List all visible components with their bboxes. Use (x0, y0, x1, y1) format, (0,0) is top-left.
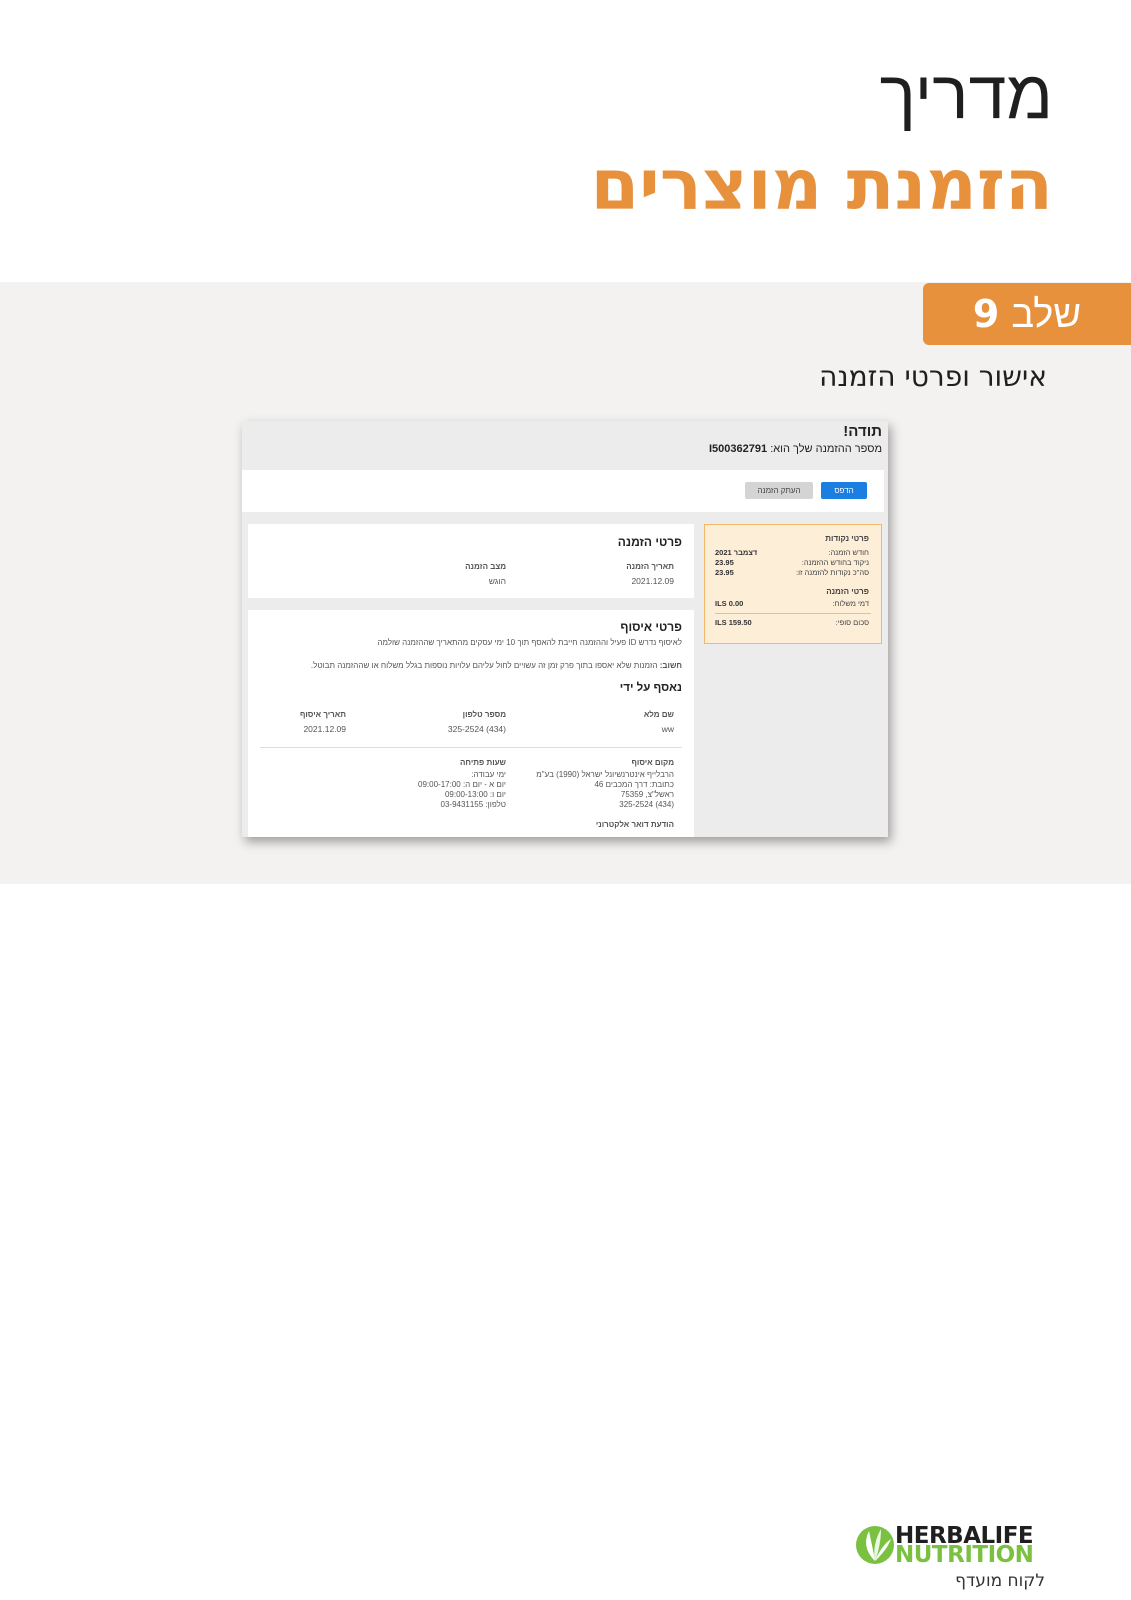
location-line-1: הרבלייף אינטרנשיונל ישראל (1990) בע"מ (536, 770, 674, 779)
logo-wordmark-line2: NUTRITION (895, 1542, 1034, 1568)
print-button[interactable]: הדפס (821, 482, 867, 499)
thanks-heading: תודה! (843, 423, 882, 440)
points-order-details-title: פרטי הזמנה (826, 587, 869, 596)
step-number: 9 (972, 292, 1000, 336)
pickup-divider (260, 747, 682, 748)
points-title: פרטי נקודות (825, 534, 869, 543)
total-label: סכום סופי: (835, 618, 869, 627)
leaf-logo-icon (856, 1526, 894, 1564)
pickup-date-value: 2021.12.09 (303, 724, 346, 734)
phone-label: מספר טלפון (462, 710, 506, 719)
order-confirmation-screenshot: תודה! מספר ההזמנה שלך הוא: I500362791 הד… (242, 421, 888, 837)
order-status-value: הוגש (488, 576, 506, 586)
pickup-location-label: מקום איסוף (631, 758, 674, 767)
order-number-label: מספר ההזמנה שלך הוא: (770, 443, 882, 455)
points-monthly-row: ניקוד בחודש ההזמנה: 23.95 (715, 558, 869, 567)
pickup-important-text: הזמנות שלא יאספו בתוך פרק זמן זה עשויים … (310, 661, 658, 670)
copy-order-button[interactable]: העתק הזמנה (745, 482, 813, 499)
shipping-value: ILS 0.00 (715, 599, 744, 608)
points-monthly-label: ניקוד בחודש ההזמנה: (801, 558, 869, 567)
points-card: פרטי נקודות חודש הזמנה: דצמבר 2021 ניקוד… (704, 524, 882, 644)
order-date-value: 2021.12.09 (631, 576, 674, 586)
action-bar: הדפס העתק הזמנה (242, 470, 884, 512)
points-month-value: דצמבר 2021 (715, 548, 758, 557)
step-tab: שלב 9 (923, 283, 1131, 345)
opening-hours-label: שעות פתיחה (460, 758, 506, 767)
collected-by-title: נאסף על ידי (619, 682, 682, 694)
points-order-row: סה"כ נקודות להזמנה זו: 23.95 (715, 568, 869, 577)
location-line-4: 325-2524 (434) (619, 800, 674, 809)
guide-subject-title: הזמנת מוצרים (590, 144, 1053, 226)
herbalife-logo: HERBALIFE NUTRITION לקוח מועדף (849, 1523, 1049, 1595)
total-value: ILS 159.50 (715, 618, 752, 627)
pickup-details-title: פרטי איסוף (620, 620, 682, 634)
points-divider (715, 613, 871, 614)
total-row: סכום סופי: ILS 159.50 (715, 618, 869, 627)
hours-line-1: ימי עבודה: (471, 770, 506, 779)
shipping-label: דמי משלוח: (832, 599, 869, 608)
full-name-value: ww (661, 724, 674, 734)
shipping-row: דמי משלוח: ILS 0.00 (715, 599, 869, 608)
pickup-date-label: תאריך איסוף (299, 710, 346, 719)
order-number-line: מספר ההזמנה שלך הוא: I500362791 (709, 443, 882, 455)
logo-tagline: לקוח מועדף (955, 1571, 1045, 1591)
order-status-label: מצב הזמנה (465, 562, 506, 571)
hours-line-3: יום ו: 09:00-13:00 (444, 790, 506, 799)
order-number: I500362791 (709, 443, 768, 455)
points-month-row: חודש הזמנה: דצמבר 2021 (715, 548, 869, 557)
points-order-value: 23.95 (715, 568, 734, 577)
location-line-3: ראשל"צ, 75359 (620, 790, 674, 799)
location-line-2: כתובת: דרך המכבים 46 (594, 780, 674, 789)
points-monthly-value: 23.95 (715, 558, 734, 567)
points-order-label: סה"כ נקודות להזמנה זו: (795, 568, 869, 577)
hours-line-2: יום א - יום ה: 09:00-17:00 (418, 780, 506, 789)
phone-value: 325-2524 (434) (447, 724, 506, 734)
email-notice-label: הודעת דואר אלקטרוני (595, 820, 674, 829)
hours-line-4: טלפון: 03-9431155 (440, 800, 507, 809)
order-details-card: פרטי הזמנה תאריך הזמנה 2021.12.09 מצב הז… (248, 524, 694, 598)
full-name-label: שם מלא (643, 710, 674, 719)
pickup-note: לאיסוף נדרש ID פעיל וההזמנה חייבת להאסף … (377, 638, 682, 647)
pickup-details-card: פרטי איסוף לאיסוף נדרש ID פעיל וההזמנה ח… (248, 610, 694, 837)
points-month-label: חודש הזמנה: (828, 548, 869, 557)
step-label: שלב (1011, 291, 1082, 336)
pickup-important-label: חשוב: (659, 661, 682, 670)
pickup-important-note: חשוב: הזמנות שלא יאספו בתוך פרק זמן זה ע… (311, 661, 682, 670)
order-details-title: פרטי הזמנה (617, 535, 682, 549)
guide-title: מדריך (879, 56, 1053, 135)
step-subtitle: אישור ופרטי הזמנה (819, 360, 1047, 393)
order-date-label: תאריך הזמנה (626, 562, 674, 571)
confirmation-header: תודה! מספר ההזמנה שלך הוא: I500362791 (709, 423, 882, 455)
